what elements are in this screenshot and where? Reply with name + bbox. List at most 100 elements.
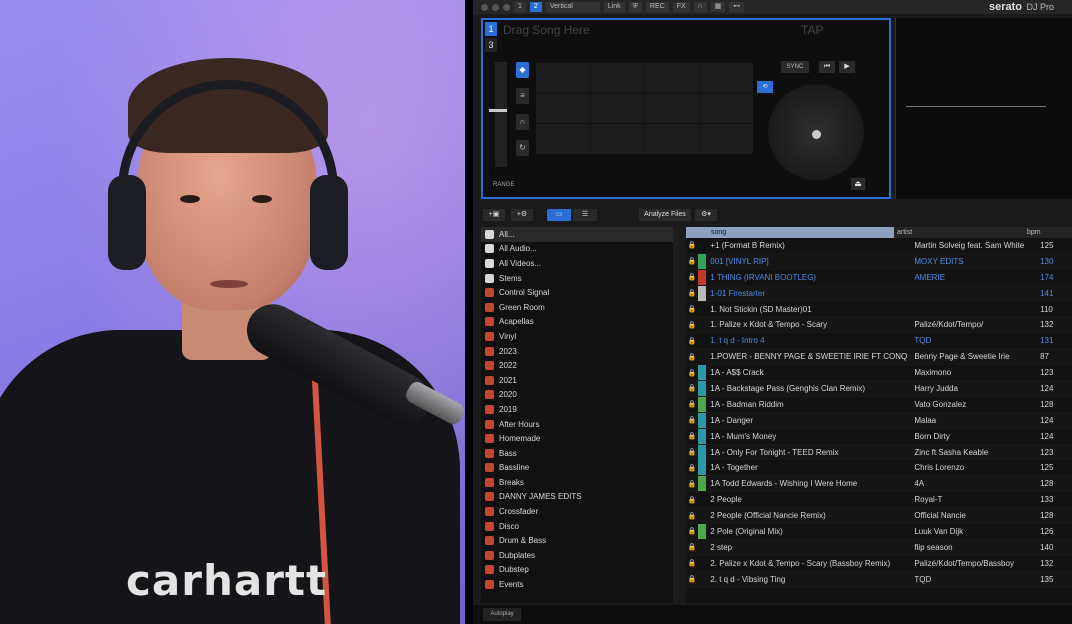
crate-item[interactable]: Dubplates	[481, 548, 677, 563]
track-artist: Official Nancie	[914, 511, 966, 521]
track-color-swatch	[698, 333, 707, 348]
table-row[interactable]: 🔒 2 Pole (Original Mix) Luuk Van Dijk 126	[686, 523, 1072, 540]
crate-item[interactable]: Acapellas	[481, 315, 677, 330]
crate-item[interactable]: Stems	[481, 271, 677, 286]
crate-item[interactable]: All Audio...	[481, 242, 677, 257]
crate-item[interactable]: All Videos...	[481, 256, 677, 271]
window-zoom-icon[interactable]	[503, 3, 510, 11]
crate-item[interactable]: Bassline	[481, 461, 677, 476]
play-button[interactable]: ▶	[839, 61, 855, 73]
headphone-mode-icon[interactable]: ∩	[516, 114, 529, 130]
table-row[interactable]: 🔒 1. t q d - Intro 4 TQD 131	[686, 333, 1072, 350]
analyze-files-button[interactable]: Analyze Files	[639, 209, 691, 221]
pitch-handle[interactable]	[489, 109, 507, 112]
deck-number-active[interactable]: 1	[485, 22, 497, 36]
settings-gear-icon[interactable]: ⚙▾	[695, 209, 717, 221]
track-song: 1A - Backstage Pass (Genghis Clan Remix)	[710, 383, 866, 393]
track-artist: Palizé/Kdot/Tempo/Bassboy	[914, 558, 1014, 568]
window-minimize-icon[interactable]	[492, 3, 499, 11]
crate-item[interactable]: Disco	[481, 519, 677, 534]
deck-mode-2-button[interactable]: 2	[529, 2, 542, 12]
crate-icon	[485, 361, 494, 371]
rec-button[interactable]: REC	[645, 2, 669, 12]
crate-item[interactable]: DANNY JAMES EDITS	[481, 490, 677, 505]
sync-button[interactable]: SYNC	[781, 61, 809, 73]
fx-button[interactable]: FX	[672, 2, 690, 12]
cue-mode-icon[interactable]: ◆	[516, 62, 529, 78]
performance-pads[interactable]	[535, 62, 753, 154]
table-row[interactable]: 🔒 1A Todd Edwards - Wishing I Were Home 4A…	[686, 476, 1072, 493]
column-bpm[interactable]: bpm	[1024, 227, 1072, 238]
mixer-icon[interactable]: ⊷	[729, 2, 745, 12]
table-row[interactable]: 🔒 1A - Badman Riddim Vato Gonzalez 128	[686, 396, 1072, 413]
deck-1[interactable]: 1 3 Drag Song Here TAP ◆ ≡ ∩ ↻ RANGE SYN…	[481, 18, 891, 199]
crate-item[interactable]: Control Signal	[481, 285, 677, 300]
table-row[interactable]: 🔒 +1 (Format B Remix) Martin Solveig feat.…	[686, 238, 1072, 254]
crate-list[interactable]: All... All Audio... All Videos... Stems Cont…	[481, 227, 677, 603]
eject-button[interactable]: ⏏	[851, 178, 865, 190]
slicer-mode-icon[interactable]: ≡	[516, 88, 529, 104]
autoplay-button[interactable]: Autoplay	[483, 608, 521, 621]
album-art-view-icon[interactable]: ▭	[547, 209, 571, 221]
crate-item[interactable]: Bass	[481, 446, 677, 461]
crate-item[interactable]: All...	[481, 227, 677, 242]
table-row[interactable]: 🔒 2. t q d - Vibsing Ting TQD 135	[686, 571, 1072, 588]
crate-item[interactable]: Green Room	[481, 300, 677, 315]
table-row[interactable]: 🔒 2 People (Official Nancie Remix) Officia…	[686, 508, 1072, 525]
deck-number-alt[interactable]: 3	[485, 38, 497, 52]
loop-icon[interactable]: ⟲	[757, 81, 773, 93]
table-row[interactable]: 🔒 1. Not Stickin (SD Master)01 110	[686, 302, 1072, 318]
crate-item[interactable]: 2022	[481, 358, 677, 373]
table-row[interactable]: 🔒 1A - Danger Malaa 124	[686, 412, 1072, 429]
table-row[interactable]: 🔒 2 People Royal-T 133	[686, 492, 1072, 509]
cue-button[interactable]: ⏮	[819, 61, 835, 73]
crate-item[interactable]: Crossfader	[481, 504, 677, 519]
grid-icon[interactable]: ▦	[710, 2, 726, 12]
headphones-icon[interactable]: ∩	[693, 2, 707, 12]
table-row[interactable]: 🔒 1.POWER - BENNY PAGE & SWEETIE IRIE FT …	[686, 349, 1072, 366]
crate-item[interactable]: 2023	[481, 344, 677, 359]
add-crate-button[interactable]: +▣	[483, 209, 505, 221]
link-button[interactable]: Link	[603, 2, 625, 12]
column-song[interactable]: song	[686, 227, 894, 238]
window-close-icon[interactable]	[481, 3, 488, 11]
loop-mode-icon[interactable]: ↻	[516, 140, 529, 156]
list-view-icon[interactable]: ☰	[573, 209, 597, 221]
drag-song-placeholder[interactable]: Drag Song Here	[503, 23, 590, 37]
crate-item[interactable]: Dubstep	[481, 563, 677, 578]
table-row[interactable]: 🔒 1A - Backstage Pass (Genghis Clan Remix…	[686, 380, 1072, 397]
deck-mode-1-button[interactable]: 1	[514, 2, 526, 12]
shield-icon[interactable]: ⛨	[628, 2, 642, 12]
crate-item[interactable]: Breaks	[481, 475, 677, 490]
table-row[interactable]: 🔒 1A - Only For Tonight - TEED Remix Zinc …	[686, 444, 1072, 461]
table-row[interactable]: 🔒 2 step flip season 140	[686, 539, 1072, 556]
layout-select[interactable]: Vertical	[545, 2, 600, 12]
table-row[interactable]: 🔒 2. Palize x Kdot & Tempo - Scary (Bassb…	[686, 556, 1072, 572]
track-song: 1A - Danger	[710, 415, 753, 425]
table-row[interactable]: 🔒 1-01 Firestarter 141	[686, 285, 1072, 302]
range-button[interactable]: RANGE	[493, 182, 514, 188]
column-artist[interactable]: artist	[894, 227, 1024, 238]
crate-icon	[485, 550, 494, 560]
pitch-slider[interactable]	[495, 62, 507, 167]
add-smart-crate-button[interactable]: +⚙	[511, 209, 533, 221]
lock-icon: 🔒	[687, 321, 697, 329]
table-row[interactable]: 🔒 1. Palize x Kdot & Tempo - Scary Palizé/…	[686, 317, 1072, 334]
tap-button[interactable]: TAP	[801, 23, 823, 37]
crate-item[interactable]: After Hours	[481, 417, 677, 432]
table-row[interactable]: 🔒 1A - A$$ Crack Maximono 123	[686, 365, 1072, 382]
table-row[interactable]: 🔒 1A - Together Chris Lorenzo 125	[686, 460, 1072, 477]
crate-item[interactable]: Vinyl	[481, 329, 677, 344]
crate-item[interactable]: Homemade	[481, 431, 677, 446]
crate-item[interactable]: 2020	[481, 388, 677, 403]
crate-item[interactable]: Drum & Bass	[481, 533, 677, 548]
crate-item[interactable]: 2021	[481, 373, 677, 388]
crate-item[interactable]: 2019	[481, 402, 677, 417]
waveform-overview[interactable]	[895, 18, 1072, 199]
crate-item[interactable]: Events	[481, 577, 677, 592]
track-table[interactable]: song artist bpm 🔒 +1 (Format B Remix) Mart…	[686, 227, 1072, 603]
table-row[interactable]: 🔒 1 THING (IRVANI BOOTLEG) AMERIE 174	[686, 269, 1072, 286]
crate-scrollbar[interactable]	[673, 227, 679, 603]
table-row[interactable]: 🔒 001 [VINYL RIP] MOXY EDITS 130	[686, 253, 1072, 270]
table-row[interactable]: 🔒 1A - Mum's Money Born Dirty 124	[686, 428, 1072, 445]
